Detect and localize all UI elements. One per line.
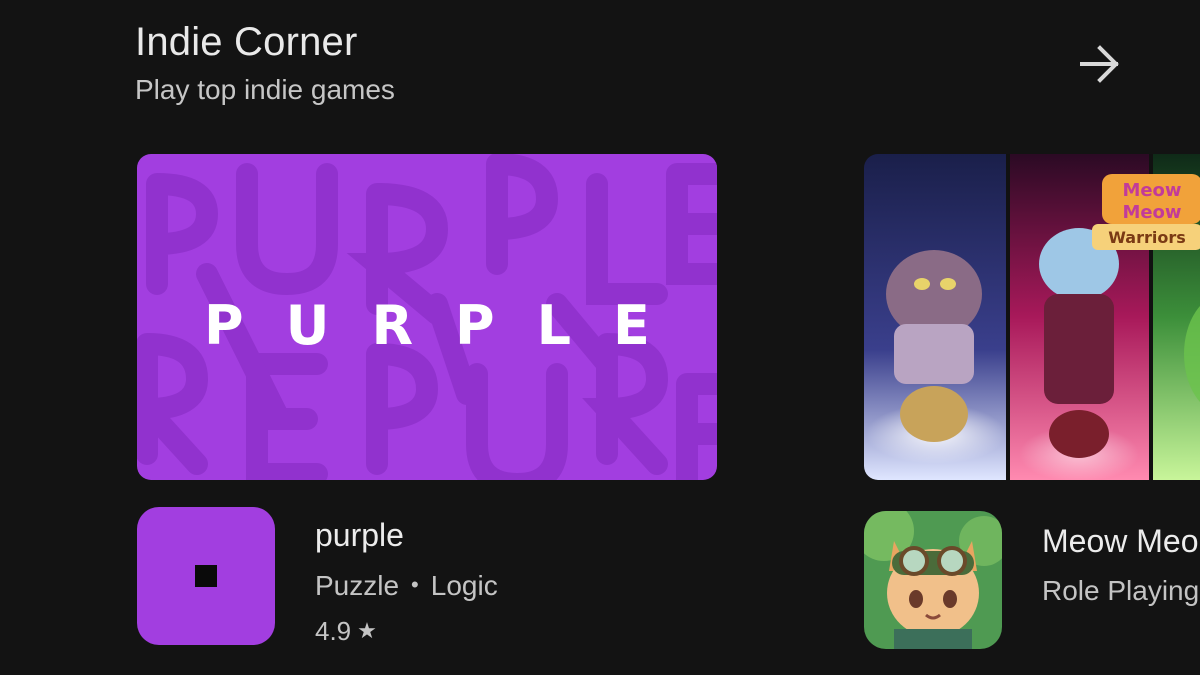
app-icon-meow[interactable] xyxy=(864,511,1002,649)
app-categories: Puzzle • Logic xyxy=(315,567,498,604)
app-rating: 4.9 ★ xyxy=(315,614,498,648)
app-info: Meow Meo Role Playing xyxy=(1042,521,1199,609)
category-label: Logic xyxy=(430,570,498,601)
section-header[interactable]: Indie Corner Play top indie games xyxy=(135,18,395,108)
section-title: Indie Corner xyxy=(135,20,358,64)
app-info: purple Puzzle • Logic 4.9 ★ xyxy=(315,515,498,648)
promo-banner-meow[interactable]: Meow Meow Warriors xyxy=(864,154,1200,480)
rating-value: 4.9 xyxy=(315,616,352,646)
app-name: Meow Meo xyxy=(1042,523,1199,559)
promo-banner-purple[interactable]: PURPLE xyxy=(137,154,717,480)
category-label: Role Playing xyxy=(1042,575,1200,606)
star-icon: ★ xyxy=(357,618,377,643)
indie-corner-page: Indie Corner Play top indie games PURPLE… xyxy=(0,0,1200,675)
app-icon-purple[interactable] xyxy=(137,507,275,645)
app-name: purple xyxy=(315,517,404,553)
banner-artwork: Meow Meow Warriors xyxy=(864,154,1200,480)
app-card-purple[interactable]: PURPLE purple Puzzle • Logic 4.9 ★ xyxy=(137,154,717,646)
svg-text:Warriors: Warriors xyxy=(1108,228,1186,247)
banner-title: PURPLE xyxy=(204,294,692,357)
app-card-meow-meow-warriors[interactable]: Meow Meow Warriors Meow Meo Role Playing xyxy=(864,154,1200,649)
app-categories: Role Playing xyxy=(1042,573,1199,609)
svg-text:Meow: Meow xyxy=(1122,180,1181,201)
category-label: Puzzle xyxy=(315,570,400,601)
square-icon xyxy=(195,565,217,587)
cat-character-icon xyxy=(864,511,1002,649)
arrow-right-icon[interactable] xyxy=(1076,40,1124,88)
section-subtitle: Play top indie games xyxy=(135,74,395,105)
svg-text:Meow: Meow xyxy=(1122,202,1181,223)
separator-dot: • xyxy=(411,572,419,597)
